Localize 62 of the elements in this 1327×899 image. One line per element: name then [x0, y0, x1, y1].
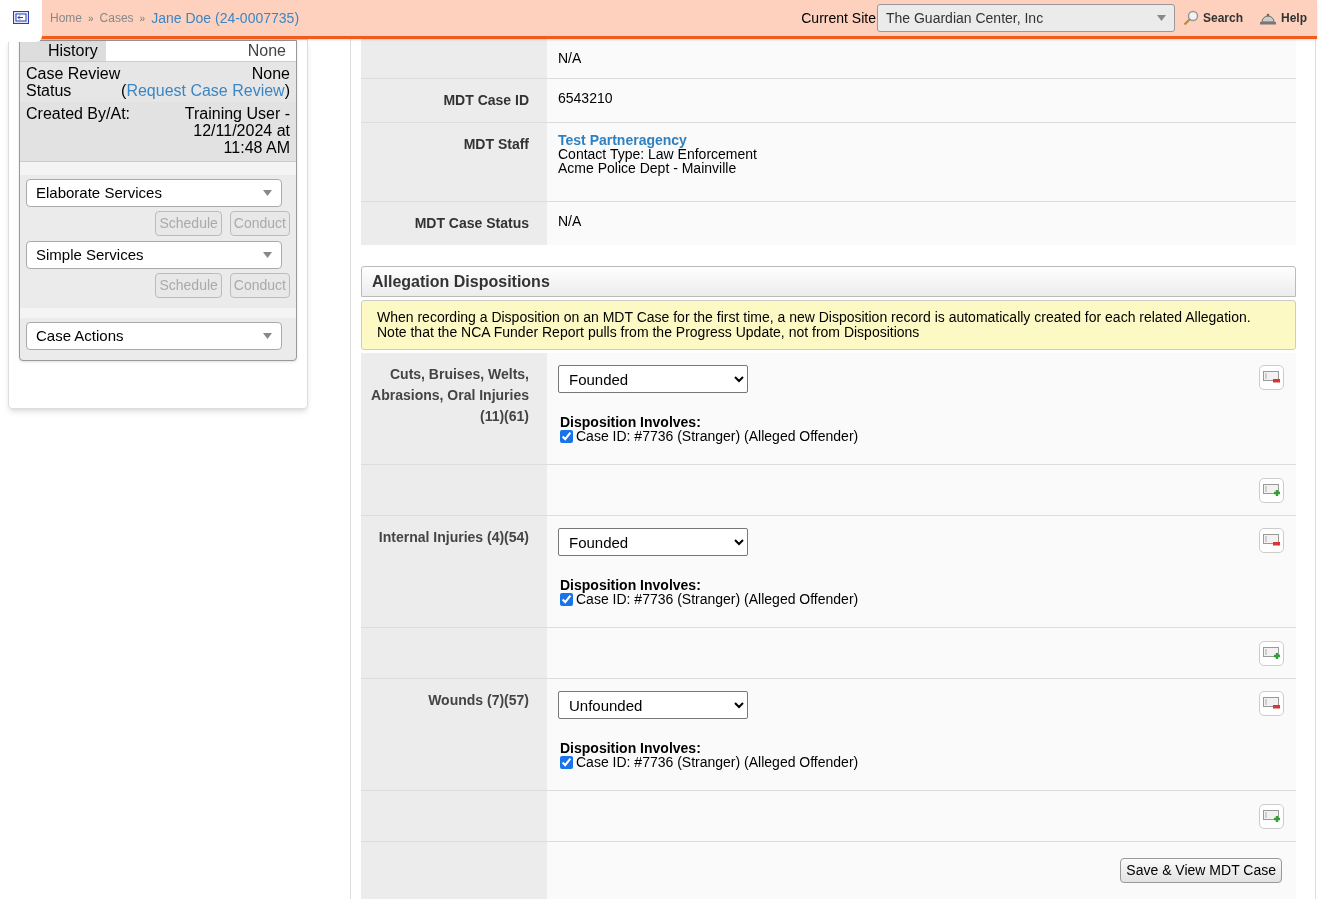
field-value: 6543210	[558, 90, 613, 106]
field-label: Created By/At:	[26, 105, 132, 124]
caret-icon	[263, 252, 272, 258]
breadcrumb-separator: »	[139, 11, 146, 26]
help-button[interactable]: Help	[1259, 9, 1307, 27]
remove-icon	[1262, 371, 1281, 384]
collapse-icon[interactable]	[13, 11, 29, 24]
party-checkbox[interactable]	[560, 756, 573, 769]
section-title: Allegation Dispositions	[372, 271, 550, 292]
field-value: N/A	[558, 50, 582, 66]
party-label: Case ID: #7736 (Stranger) (Alleged Offender)	[576, 592, 859, 607]
add-icon	[1262, 646, 1281, 660]
party-checkbox[interactable]	[560, 430, 573, 443]
add-icon	[1262, 809, 1281, 823]
disposition-select[interactable]: Unfounded	[558, 691, 748, 719]
staff-link[interactable]: Test Partneragency	[558, 133, 687, 147]
field-value: None (Request Case Review)	[121, 65, 290, 99]
party-checkbox[interactable]	[560, 593, 573, 606]
site-label: Current Site	[801, 8, 876, 28]
involves-label: Disposition Involves:	[560, 741, 702, 755]
remove-icon	[1262, 697, 1281, 710]
field-value: Training User - 12/11/2024 at 11:48 AM	[183, 105, 290, 156]
case-actions-select[interactable]: Case Actions	[26, 322, 282, 350]
field-value: None	[106, 41, 296, 61]
site-select[interactable]: The Guardian Center, Inc	[876, 4, 1175, 32]
involves-label: Disposition Involves:	[560, 578, 702, 592]
notice-text: When recording a Disposition on an MDT Case for the first time, a new Disposition record is automatically created for each related Allegation.	[377, 310, 1252, 325]
caret-icon	[263, 190, 272, 196]
caret-icon	[263, 333, 272, 339]
caret-icon	[1156, 15, 1166, 21]
field-value: N/A	[558, 213, 582, 229]
remove-icon	[1262, 534, 1281, 547]
search-button[interactable]: Search	[1182, 9, 1243, 27]
add-button[interactable]	[1259, 640, 1284, 666]
disposition-select[interactable]: Founded	[558, 365, 748, 393]
bell-icon	[1259, 11, 1277, 25]
allegation-label: Wounds (7)(57)	[428, 692, 529, 708]
party-label: Case ID: #7736 (Stranger) (Alleged Offender)	[576, 429, 859, 444]
search-icon	[1182, 10, 1199, 26]
services-select[interactable]: Elaborate Services	[26, 179, 282, 207]
field-label: MDT Case Status	[414, 215, 529, 231]
field-label: MDT Staff	[463, 136, 529, 152]
allegation-label: Cuts, Bruises, Welts, Abrasions, Oral Injuries (11)(61)	[371, 366, 529, 424]
remove-button[interactable]	[1259, 528, 1284, 553]
field-label: History	[20, 41, 106, 61]
add-button[interactable]	[1259, 803, 1284, 829]
field-label: Case Review Status	[26, 65, 121, 99]
disposition-select[interactable]: Founded	[558, 528, 748, 556]
add-button[interactable]	[1259, 477, 1284, 503]
allegation-label: Internal Injuries (4)(54)	[378, 529, 529, 545]
notice-text: Note that the NCA Funder Report pulls from the Progress Update, not from Dispositions	[377, 325, 921, 340]
involves-label: Disposition Involves:	[560, 415, 702, 429]
save-button[interactable]: Save & View MDT Case	[1120, 858, 1282, 883]
add-icon	[1262, 483, 1281, 497]
remove-button[interactable]	[1259, 691, 1284, 716]
staff-detail: Acme Police Dept - Mainville	[558, 161, 738, 175]
remove-button[interactable]	[1259, 365, 1284, 390]
services-select[interactable]: Simple Services	[26, 241, 282, 269]
staff-detail: Contact Type: Law Enforcement	[558, 147, 758, 161]
breadcrumb-separator: »	[88, 11, 94, 26]
field-label: MDT Case ID	[443, 92, 529, 108]
party-label: Case ID: #7736 (Stranger) (Alleged Offender)	[576, 755, 859, 770]
